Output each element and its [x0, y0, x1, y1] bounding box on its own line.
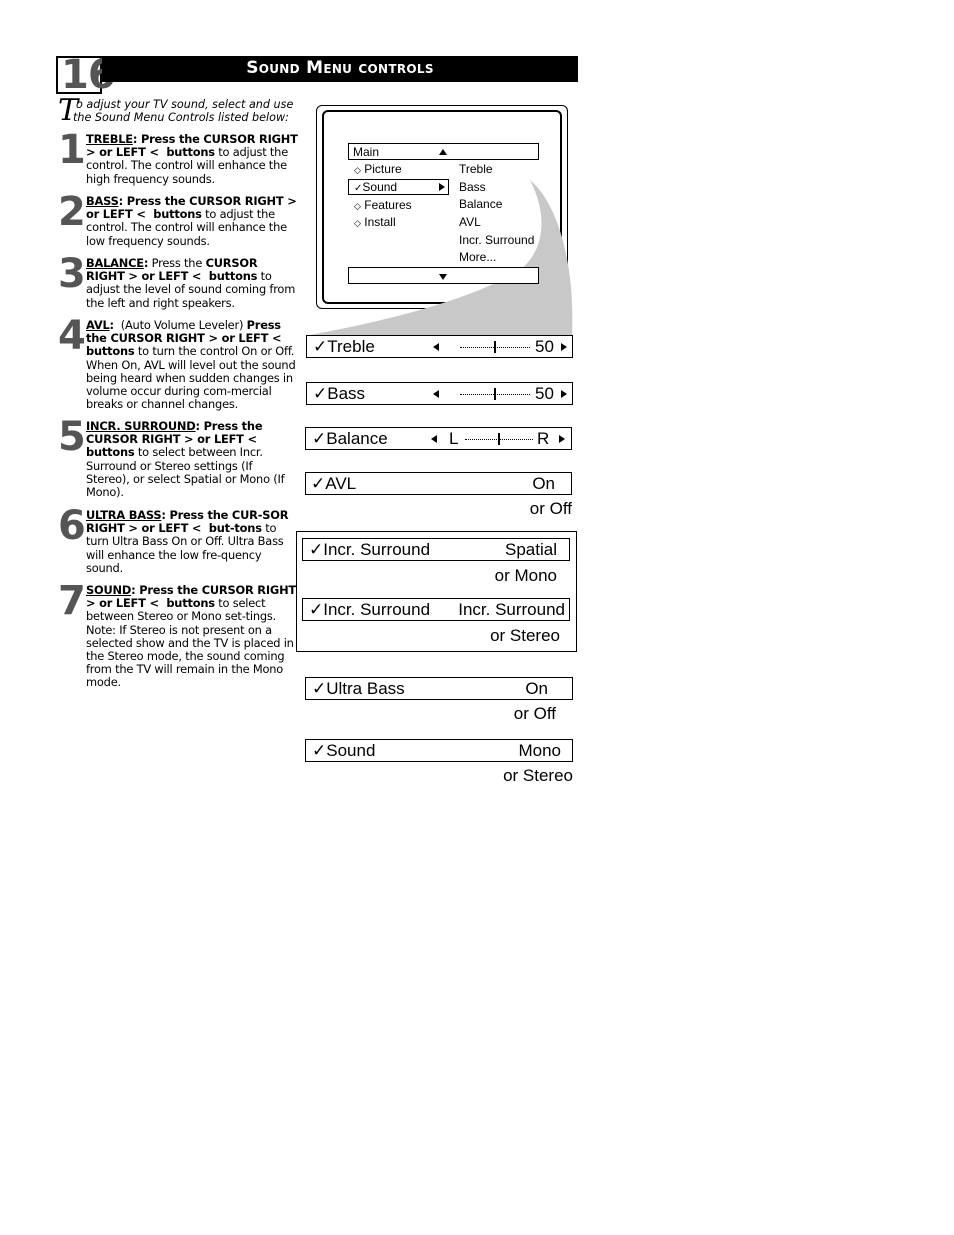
submenu-item-more[interactable]: More...	[459, 250, 496, 264]
menu-item-label: Picture	[364, 162, 402, 176]
left-arrow-icon[interactable]	[433, 390, 439, 398]
step-text: SOUND: Press the CURSOR RIGHT > or LEFT …	[86, 583, 296, 690]
bass-control[interactable]: ✓Bass 50	[306, 382, 573, 405]
balance-control[interactable]: ✓Balance L R	[305, 427, 572, 450]
menu-header-bar[interactable]: Main	[348, 143, 539, 160]
up-arrow-icon	[439, 149, 447, 155]
right-arrow-icon[interactable]	[561, 390, 567, 398]
right-arrow-icon[interactable]	[561, 343, 567, 351]
balance-left-label: L	[449, 429, 459, 448]
menu-item-label: Features	[364, 198, 412, 212]
menu-item-picture[interactable]: ◇ Picture	[354, 162, 402, 177]
step-number: 5	[58, 414, 86, 460]
diamond-icon: ◇	[354, 201, 361, 211]
step-text: INCR. SURROUND: Press the CURSOR RIGHT >…	[86, 419, 285, 500]
incr-surround-stereo-alt: or Stereo	[490, 626, 560, 645]
ultra-bass-value: On	[525, 679, 548, 698]
page-title: Sound Menu controls	[246, 58, 434, 78]
step-number: 1	[58, 127, 86, 173]
left-arrow-icon[interactable]	[433, 343, 439, 351]
diamond-icon: ◇	[354, 218, 361, 228]
title-bar: Sound Menu controls	[102, 56, 578, 82]
submenu-item-balance[interactable]: Balance	[459, 197, 502, 211]
menu-header-label: Main	[353, 145, 380, 159]
avl-alt-value: or Off	[529, 499, 572, 518]
menu-item-sound[interactable]: ✓Sound	[348, 179, 449, 195]
sound-label: ✓Sound	[312, 741, 376, 760]
step-text: BALANCE: Press the CURSOR RIGHT > or LEF…	[86, 256, 296, 310]
incr-surround-label: ✓Incr. Surround	[309, 600, 431, 619]
step-text: BASS: Press the CURSOR RIGHT > or LEFT <…	[86, 194, 297, 248]
sound-alt: or Stereo	[503, 766, 573, 785]
submenu-item-treble[interactable]: Treble	[459, 162, 493, 176]
ultra-bass-label: ✓Ultra Bass	[312, 679, 405, 698]
menu-item-label: Sound	[362, 180, 398, 194]
balance-slider-knob[interactable]	[498, 433, 500, 445]
ultra-bass-alt: or Off	[513, 704, 556, 723]
intro-line-1: o adjust your TV sound, select and use	[76, 98, 294, 111]
step-number: 6	[58, 503, 86, 549]
left-arrow-icon[interactable]	[431, 435, 437, 443]
avl-label: ✓AVL	[311, 474, 357, 493]
right-arrow-icon[interactable]	[559, 435, 565, 443]
submenu-item-avl[interactable]: AVL	[459, 215, 481, 229]
treble-control[interactable]: ✓Treble 50	[306, 335, 573, 358]
treble-label: ✓Treble	[313, 337, 375, 356]
menu-footer-bar[interactable]	[348, 267, 539, 284]
down-arrow-icon	[439, 274, 447, 280]
incr-surround-stereo-control[interactable]: ✓Incr. Surround Incr. Surround	[302, 598, 570, 621]
treble-slider-knob[interactable]	[494, 341, 496, 353]
menu-item-features[interactable]: ◇ Features	[354, 198, 412, 213]
step-number: 3	[58, 251, 86, 297]
diamond-icon: ◇	[354, 165, 361, 175]
menu-item-label: Install	[364, 215, 396, 229]
bass-label: ✓Bass	[313, 384, 366, 403]
intro-line-2: the Sound Menu Controls listed below:	[73, 111, 289, 124]
step-text: ULTRA BASS: Press the CUR-SOR RIGHT > or…	[86, 508, 289, 575]
ultra-bass-control[interactable]: ✓Ultra Bass On	[305, 677, 573, 700]
incr-surround-value: Incr. Surround	[458, 600, 565, 619]
intro-text: o adjust your TV sound, select and use t…	[73, 98, 306, 124]
submenu-item-bass[interactable]: Bass	[459, 180, 486, 194]
incr-surround-mono-alt: or Mono	[494, 566, 557, 585]
step-number: 7	[58, 578, 86, 624]
step-text: AVL: (Auto Volume Leveler) Press the CUR…	[86, 318, 296, 412]
balance-right-label: R	[537, 429, 550, 448]
step-text: TREBLE: Press the CURSOR RIGHT > or LEFT…	[86, 132, 298, 186]
page-number-box: 16	[56, 52, 116, 98]
balance-label: ✓Balance	[312, 429, 388, 448]
treble-value: 50	[535, 337, 554, 356]
menu-item-install[interactable]: ◇ Install	[354, 215, 396, 230]
incr-surround-value: Spatial	[505, 540, 557, 559]
submenu-item-incr-surround[interactable]: Incr. Surround	[459, 233, 534, 247]
avl-control[interactable]: ✓AVL On	[305, 472, 572, 495]
sound-control[interactable]: ✓Sound Mono	[305, 739, 573, 762]
step-number: 2	[58, 189, 86, 235]
incr-surround-label: ✓Incr. Surround	[309, 540, 431, 559]
step-number: 4	[58, 313, 86, 359]
avl-value: On	[532, 474, 555, 493]
bass-value: 50	[535, 384, 554, 403]
bass-slider-knob[interactable]	[494, 388, 496, 400]
incr-surround-mono-control[interactable]: ✓Incr. Surround Spatial	[302, 538, 570, 561]
right-arrow-icon	[439, 183, 445, 191]
sound-value: Mono	[518, 741, 561, 760]
